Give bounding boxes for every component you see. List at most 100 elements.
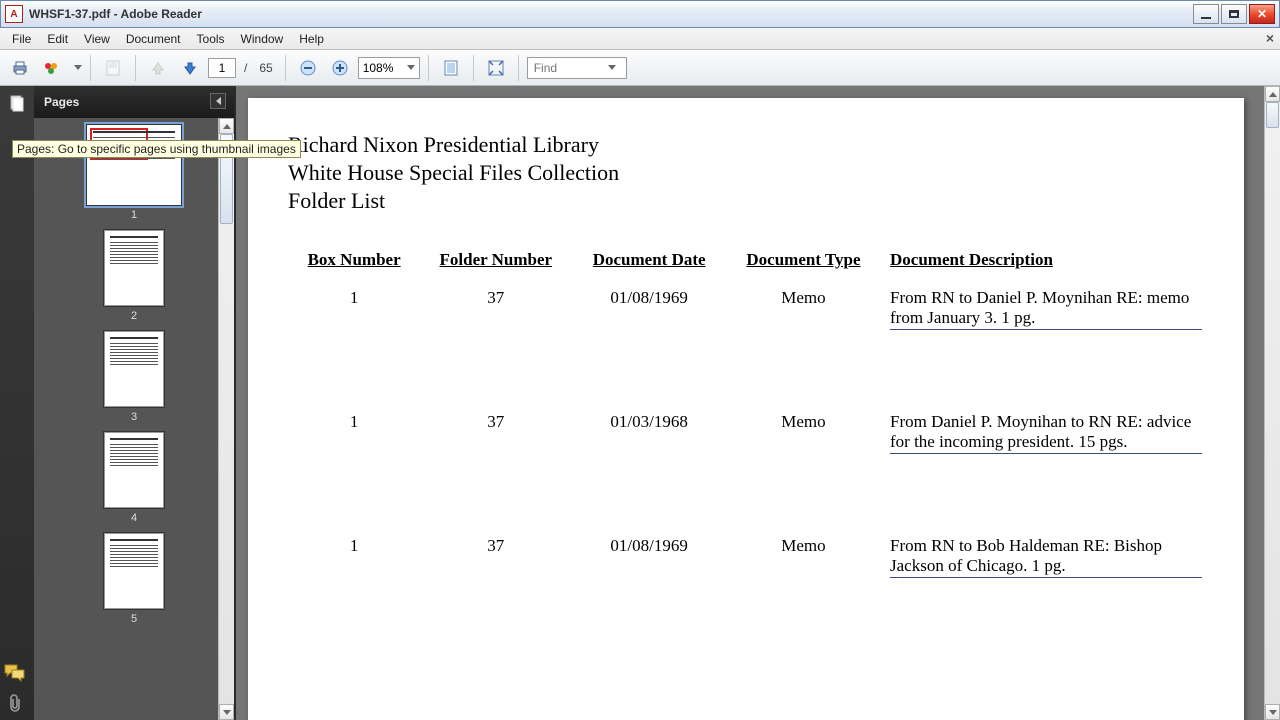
cell-type: Memo [727,278,880,400]
menu-window[interactable]: Window [233,30,292,48]
menu-tools[interactable]: Tools [189,30,233,48]
cell-desc: From Daniel P. Moynihan to RN RE: advice… [882,402,1202,524]
document-scrollbar[interactable] [1264,86,1280,720]
pages-panel-title: Pages [44,95,79,109]
zoom-out-button[interactable] [294,54,322,82]
doc-scroll-down-button[interactable] [1265,704,1280,720]
cell-folder: 37 [420,526,571,648]
arrow-down-icon [182,60,198,76]
cell-date: 01/08/1969 [573,526,725,648]
scroll-down-button[interactable] [219,704,234,720]
table-row: 13701/03/1968MemoFrom Daniel P. Moynihan… [290,402,1202,524]
chevron-down-icon [223,710,231,715]
page-first-icon [104,59,122,77]
collaborate-button[interactable] [38,54,66,82]
fullscreen-button[interactable] [482,54,510,82]
collapse-panel-button[interactable] [210,93,226,109]
collaborate-menu-caret-icon[interactable] [74,65,82,70]
minimize-button[interactable] [1193,4,1219,24]
col-desc: Document Description [882,250,1202,276]
folder-table: Box Number Folder Number Document Date D… [288,248,1204,650]
minus-icon [300,60,316,76]
fullscreen-icon [487,59,505,77]
arrow-up-icon [150,60,166,76]
zoom-caret-icon [407,65,415,70]
zoom-in-button[interactable] [326,54,354,82]
pages-panel: Pages Pages: Go to specific pages using … [0,86,236,720]
panel-tab-strip [0,86,34,720]
comments-icon [4,664,26,682]
chevron-down-icon [1269,710,1277,715]
close-button[interactable]: ✕ [1249,4,1275,24]
find-box[interactable] [527,57,627,79]
menu-document[interactable]: Document [118,30,189,48]
thumbnail-scrollbar[interactable] [218,118,234,720]
plus-icon [332,60,348,76]
menu-help[interactable]: Help [291,30,332,48]
first-page-button[interactable] [99,54,127,82]
fit-page-icon [442,59,460,77]
collaborate-icon [42,59,62,77]
page-number-input[interactable] [208,58,236,78]
thumbnail-label: 5 [131,613,137,625]
menu-edit[interactable]: Edit [39,30,76,48]
thumbnail-label: 1 [131,209,137,221]
col-folder: Folder Number [420,250,571,276]
chevron-up-icon [223,124,231,129]
attachments-tab[interactable] [6,694,24,714]
cell-type: Memo [727,526,880,648]
zoom-value[interactable] [363,61,403,75]
thumbnail-2[interactable]: 2 [34,229,234,322]
next-page-button[interactable] [176,54,204,82]
find-input[interactable] [534,61,604,75]
thumbnail-3[interactable]: 3 [34,330,234,423]
pages-tooltip: Pages: Go to specific pages using thumbn… [12,140,301,158]
scroll-up-button[interactable] [219,118,234,134]
pdf-page: Richard Nixon Presidential Library White… [248,98,1244,720]
cell-folder: 37 [420,278,571,400]
page-separator: / [240,61,251,75]
thumbnail-1[interactable]: 1 [34,124,234,221]
thumbnail-5[interactable]: 5 [34,532,234,625]
thumbnail-label: 3 [131,411,137,423]
menu-bar: File Edit View Document Tools Window Hel… [0,28,1280,50]
thumbnail-4[interactable]: 4 [34,431,234,524]
window-title: WHSF1-37.pdf - Adobe Reader [29,7,202,21]
document-area: Richard Nixon Presidential Library White… [236,86,1280,720]
doc-scroll-up-button[interactable] [1265,86,1280,102]
cell-box: 1 [290,526,418,648]
pages-icon [8,94,26,112]
doc-heading-3: Folder List [288,188,1204,214]
table-row: 13701/08/1969MemoFrom RN to Daniel P. Mo… [290,278,1202,400]
col-type: Document Type [727,250,880,276]
doc-heading-1: Richard Nixon Presidential Library [288,132,1204,158]
comments-tab[interactable] [4,664,26,682]
page-total: 65 [255,61,276,75]
fit-page-button[interactable] [437,54,465,82]
title-bar: A WHSF1-37.pdf - Adobe Reader ✕ [0,0,1280,28]
doc-scroll-thumb[interactable] [1266,102,1279,128]
collapse-icon [216,97,221,105]
cell-desc: From RN to Daniel P. Moynihan RE: memo f… [882,278,1202,400]
zoom-combo[interactable] [358,57,420,79]
toolbar: / 65 [0,50,1280,86]
document-viewport[interactable]: Richard Nixon Presidential Library White… [236,86,1264,720]
document-close-button[interactable]: × [1266,30,1274,46]
thumbnail-label: 4 [131,512,137,524]
cell-desc: From RN to Bob Haldeman RE: Bishop Jacks… [882,526,1202,648]
maximize-button[interactable] [1221,4,1247,24]
chevron-up-icon [1269,92,1277,97]
print-icon [11,59,29,77]
cell-box: 1 [290,402,418,524]
pages-panel-header: Pages [34,86,234,118]
cell-box: 1 [290,278,418,400]
print-button[interactable] [6,54,34,82]
pages-tab[interactable] [6,92,28,114]
thumbnail-label: 2 [131,310,137,322]
paperclip-icon [6,694,24,714]
cell-date: 01/03/1968 [573,402,725,524]
menu-file[interactable]: File [4,30,39,48]
previous-page-button[interactable] [144,54,172,82]
menu-view[interactable]: View [76,30,118,48]
find-caret-icon [608,65,616,70]
